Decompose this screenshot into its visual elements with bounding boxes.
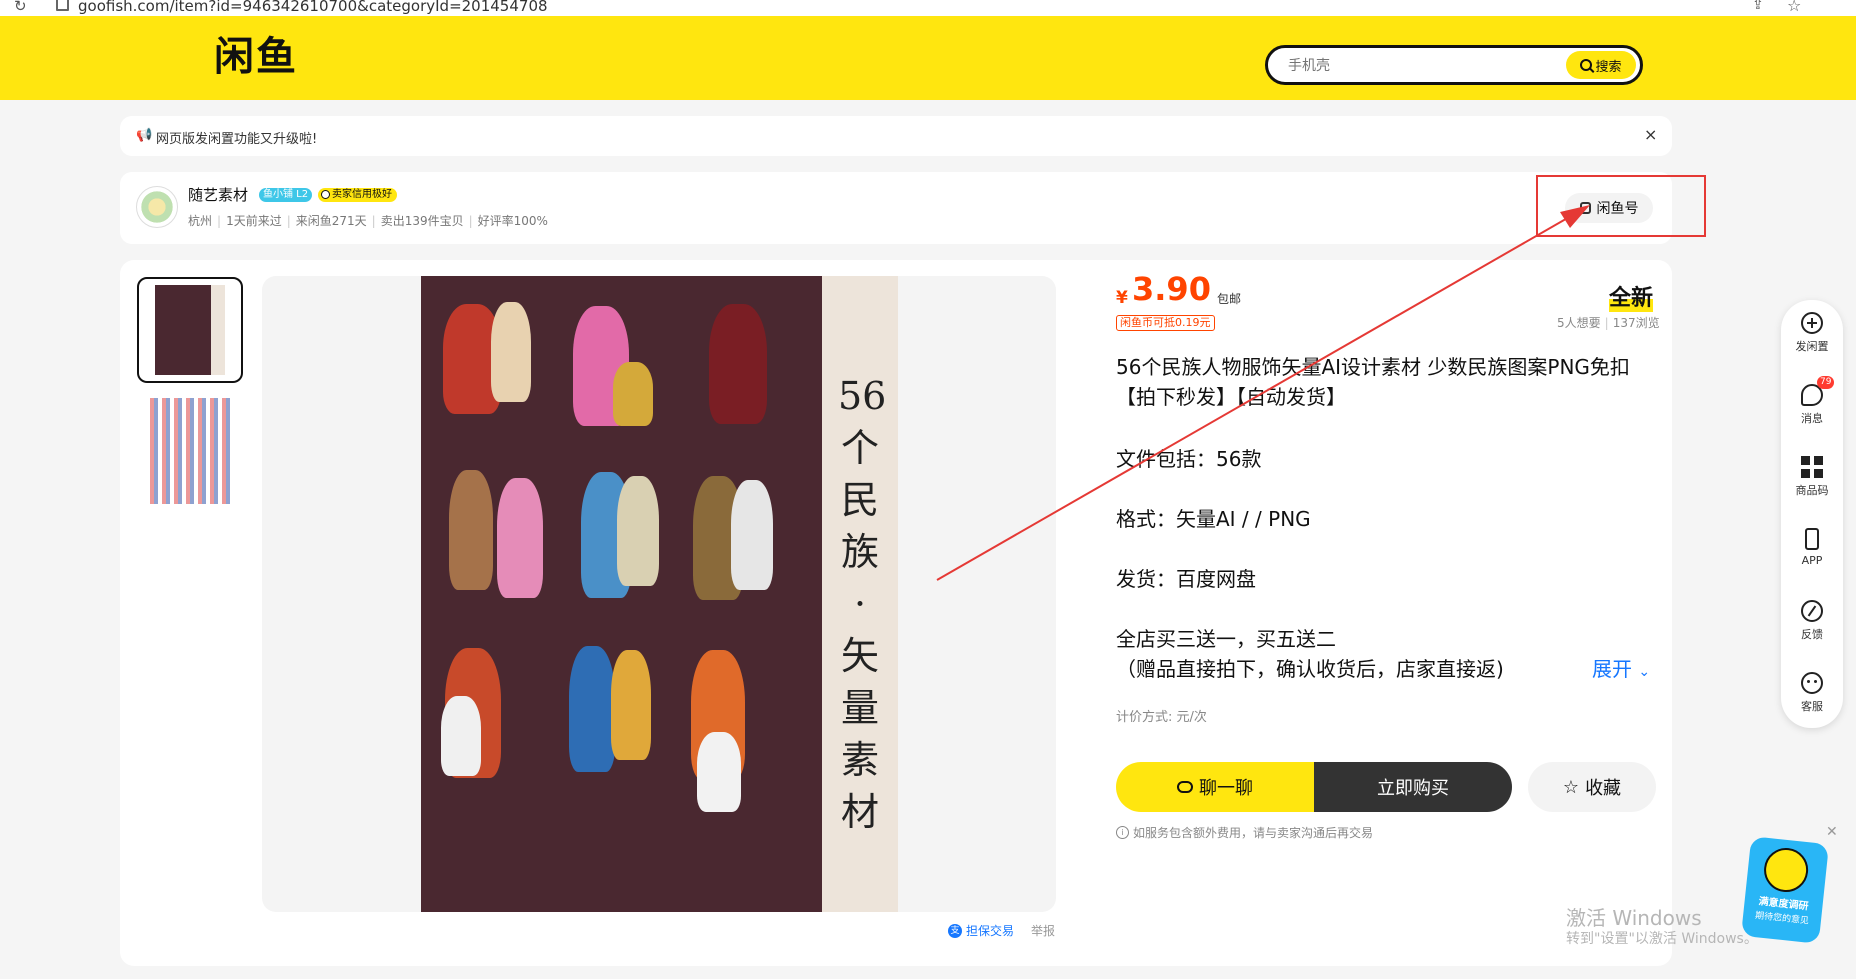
- poster-char: 量: [840, 686, 879, 730]
- shop-level-badge: 鱼小铺 L2: [259, 188, 313, 202]
- buy-button-label: 立即购买: [1377, 778, 1449, 799]
- condition-label: 全新: [1609, 280, 1654, 312]
- address-url[interactable]: goofish.com/item?id=946342610700&categor…: [78, 0, 548, 15]
- currency-symbol: ¥: [1116, 288, 1128, 308]
- desc-line: 全店买三送一，买五送二: [1116, 627, 1336, 651]
- credit-badge: 卖家信用极好: [318, 188, 397, 202]
- reload-icon[interactable]: ↻: [14, 0, 27, 15]
- coin-offset-badge: 闲鱼币可抵0.19元: [1116, 315, 1215, 331]
- plus-circle-icon: [1801, 312, 1823, 334]
- info-icon: i: [1116, 826, 1129, 839]
- floating-sidebar: 发闲置 79 消息 商品码 APP 反馈 客服: [1781, 300, 1843, 728]
- product-code-label: 商品码: [1795, 484, 1829, 497]
- desc-line: 发货：百度网盘: [1116, 567, 1256, 591]
- star-icon: ☆: [1562, 776, 1580, 798]
- poster-char: 材: [840, 790, 879, 834]
- product-stats: 5人想要 | 137浏览: [1557, 316, 1660, 330]
- customer-service-button[interactable]: 客服: [1781, 672, 1843, 714]
- poster-char: 矢: [840, 634, 879, 678]
- favorite-button[interactable]: ☆ 收藏: [1528, 762, 1656, 812]
- windows-watermark-text: 转到"设置"以激活 Windows。: [1566, 931, 1758, 947]
- notice-text[interactable]: 网页版发闲置功能又升级啦!: [156, 128, 317, 147]
- guarantee-label: 担保交易: [966, 924, 1015, 938]
- poster-char: 56: [838, 374, 887, 418]
- windows-watermark-title: 激活 Windows: [1566, 906, 1702, 930]
- chevron-down-icon: ⌄: [1638, 664, 1651, 680]
- price: 3.90: [1132, 270, 1211, 308]
- phone-icon: [1805, 528, 1819, 550]
- survey-label: 满意度调研 期待您的意见: [1746, 894, 1819, 929]
- seller-name[interactable]: 随艺素材: [188, 184, 248, 205]
- poster-char: 素: [840, 738, 879, 782]
- seller-last-visit: 1天前来过: [226, 214, 282, 228]
- product-code-button[interactable]: 商品码: [1781, 456, 1843, 498]
- alipay-icon: 支: [948, 923, 962, 938]
- pricing-unit: 计价方式: 元/次: [1116, 710, 1207, 725]
- chat-button-label: 聊一聊: [1199, 778, 1253, 799]
- grid-icon: [1801, 456, 1823, 478]
- search-button[interactable]: 搜索: [1566, 51, 1636, 79]
- product-image[interactable]: [421, 276, 822, 912]
- search-input[interactable]: [1286, 55, 1540, 77]
- poster-char: 族: [840, 530, 879, 574]
- report-link[interactable]: 举报: [1031, 922, 1055, 939]
- megaphone-icon: 📢: [136, 128, 153, 143]
- seller-sold: 卖出139件宝贝: [380, 214, 464, 228]
- avatar[interactable]: [136, 186, 178, 228]
- customer-service-label: 客服: [1801, 700, 1823, 713]
- guarantee-link[interactable]: 支 担保交易: [948, 922, 1014, 939]
- wants-count: 5人想要: [1557, 316, 1601, 330]
- search-button-label: 搜索: [1595, 59, 1622, 75]
- service-note: i 如服务包含额外费用，请与卖家沟通后再交易: [1116, 824, 1373, 841]
- desc-line: （赠品直接拍下，确认收货后，店家直接返): [1116, 657, 1504, 681]
- seller-rating: 好评率100%: [477, 214, 548, 228]
- desc-line: 格式：矢量AI / / PNG: [1116, 507, 1311, 531]
- close-icon[interactable]: ×: [1644, 125, 1657, 144]
- thumbnail-2[interactable]: [150, 398, 232, 504]
- survey-close-icon[interactable]: ✕: [1826, 824, 1838, 840]
- expand-label: 展开: [1592, 657, 1632, 681]
- feedback-label: 反馈: [1801, 628, 1823, 641]
- poster-char: ·: [853, 582, 867, 626]
- app-button[interactable]: APP: [1781, 528, 1843, 567]
- message-count-badge: 79: [1817, 376, 1835, 389]
- customer-service-icon: [1801, 672, 1823, 694]
- service-note-text: 如服务包含额外费用，请与卖家沟通后再交易: [1133, 826, 1374, 840]
- product-title: 56个民族人物服饰矢量AI设计素材 少数民族图案PNG免扣 【拍下秒发】【自动发…: [1116, 355, 1630, 409]
- messages-button[interactable]: 79 消息: [1781, 376, 1843, 426]
- chat-bubble-icon: [1177, 781, 1193, 793]
- chat-button[interactable]: 聊一聊: [1116, 762, 1314, 812]
- desc-line: 文件包括：56款: [1116, 447, 1262, 471]
- feedback-icon: [1801, 600, 1823, 622]
- seller-meta: 杭州 | 1天前来过 | 来闲鱼271天 | 卖出139件宝贝 | 好评率100%: [188, 214, 548, 228]
- notice-bar: 📢 网页版发闲置功能又升级啦! ×: [120, 116, 1672, 156]
- search-bar: 搜索: [1265, 45, 1643, 85]
- post-item-label: 发闲置: [1795, 340, 1829, 353]
- mascot-icon: [1761, 845, 1811, 895]
- seller-card: 随艺素材 鱼小铺 L2 卖家信用极好 杭州 | 1天前来过 | 来闲鱼271天 | 卖出13…: [120, 172, 1672, 244]
- lock-icon[interactable]: [56, 0, 69, 11]
- favorite-button-label: 收藏: [1585, 778, 1622, 799]
- post-item-button[interactable]: 发闲置: [1781, 312, 1843, 354]
- seller-days: 来闲鱼271天: [295, 214, 367, 228]
- thumbnail-1[interactable]: [137, 277, 243, 383]
- buy-now-button[interactable]: 立即购买: [1314, 762, 1512, 812]
- feedback-button[interactable]: 反馈: [1781, 600, 1843, 642]
- logo[interactable]: 闲鱼: [214, 24, 298, 82]
- expand-button[interactable]: 展开 ⌄: [1592, 653, 1650, 682]
- search-icon: [1580, 59, 1593, 71]
- app-label: APP: [1801, 554, 1823, 567]
- messages-label: 消息: [1801, 412, 1823, 425]
- bookmark-star-icon[interactable]: ☆: [1787, 0, 1801, 15]
- poster-char: 个: [840, 426, 879, 470]
- shipping-label: 包邮: [1217, 292, 1242, 306]
- annotation-highlight-box: [1536, 175, 1706, 237]
- poster-char: 民: [840, 478, 879, 522]
- views-count: 137浏览: [1612, 316, 1660, 330]
- share-icon[interactable]: ⇪: [1752, 0, 1764, 13]
- browser-address-bar: ↻ goofish.com/item?id=946342610700&categ…: [0, 0, 1856, 16]
- poster-vertical-title: 56 个 民 族 · 矢 量 素 材: [838, 370, 887, 838]
- seller-location: 杭州: [188, 214, 213, 228]
